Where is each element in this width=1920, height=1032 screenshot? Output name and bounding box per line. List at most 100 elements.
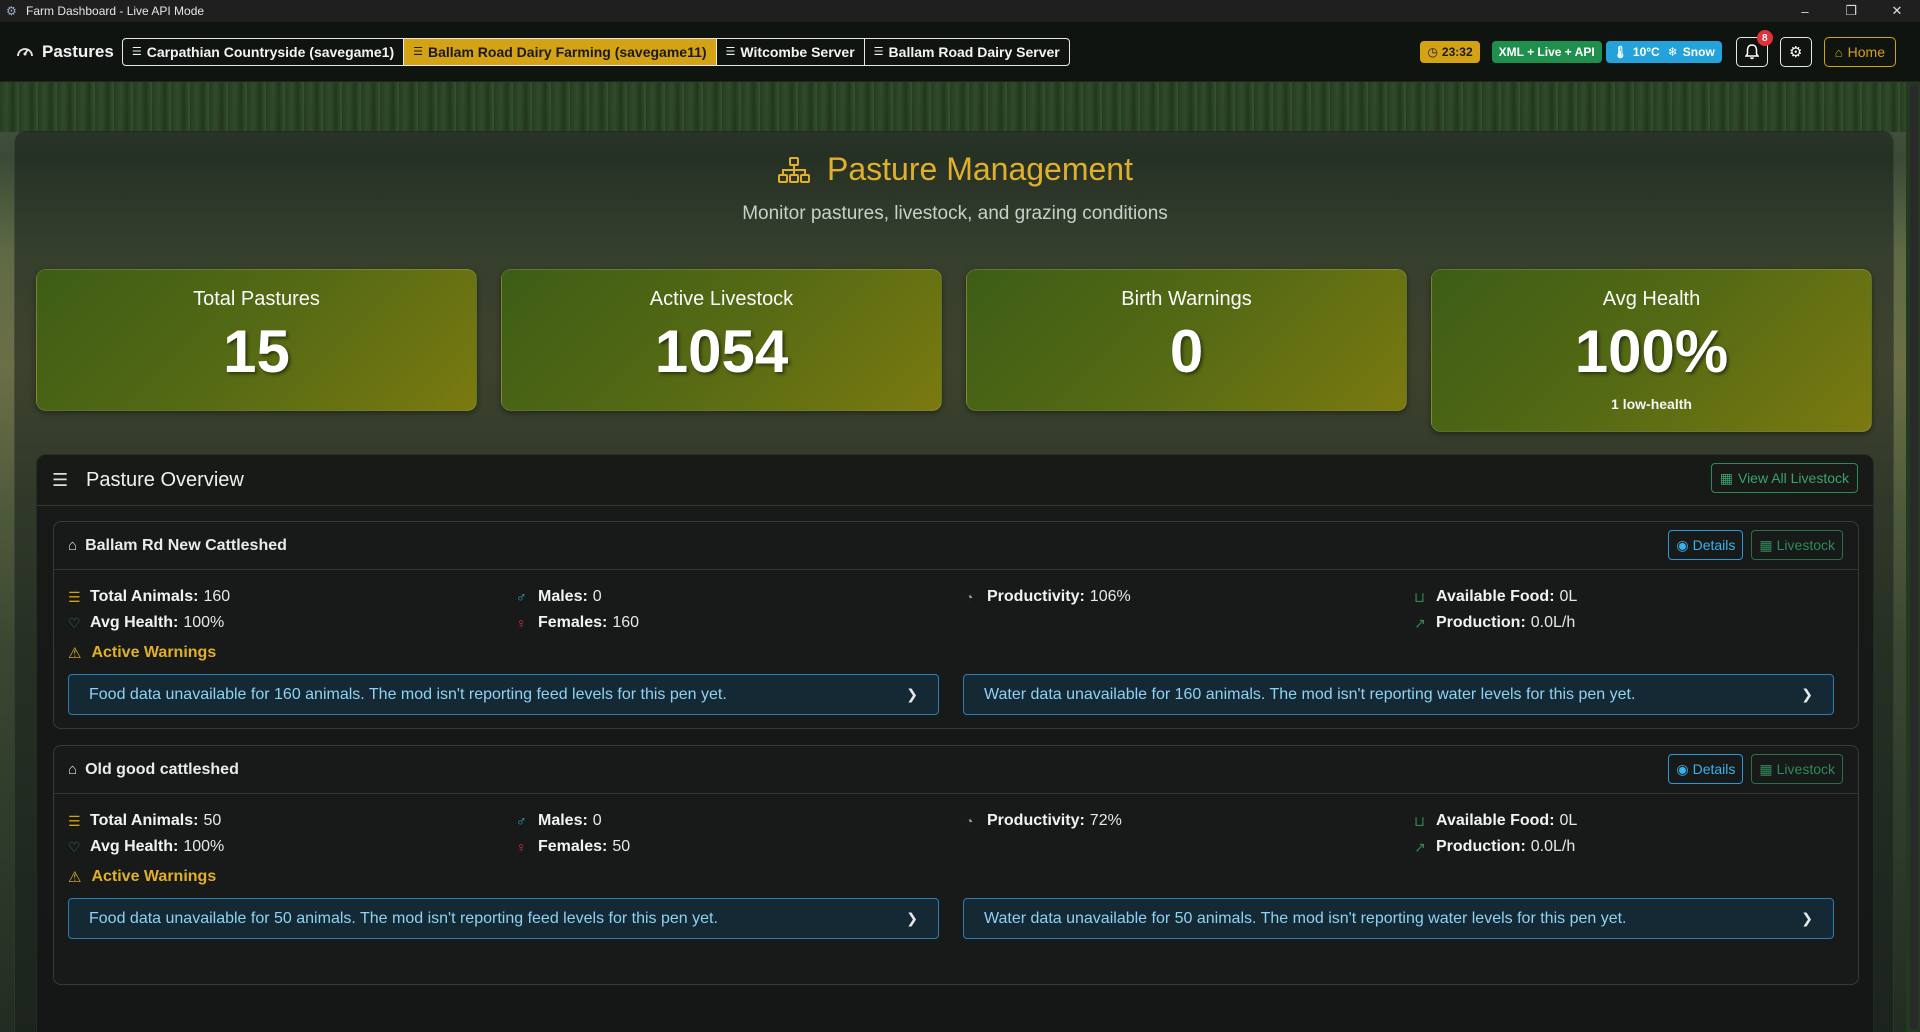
stats-row: Total Pastures 15 Active Livestock 1054 … [36, 269, 1896, 432]
metric-value: 106% [1089, 588, 1131, 605]
warning-food[interactable]: Food data unavailable for 50 animals. Th… [68, 898, 939, 939]
metric-column: ♂ Males: 0 ♀ Females: 50 [516, 808, 630, 860]
metric-label: Total Animals: [90, 812, 199, 829]
metric-available-food: ⊔ Available Food: 0L [1414, 808, 1577, 834]
table-icon: ▦ [1759, 760, 1773, 777]
metric-label: Production: [1436, 614, 1526, 631]
metric-label: Avg Health: [90, 614, 179, 631]
metric-label: Productivity: [987, 812, 1085, 829]
warning-food[interactable]: Food data unavailable for 160 animals. T… [68, 674, 939, 715]
tab-witcombe-server[interactable]: ☰ Witcombe Server [717, 38, 865, 65]
warning-water[interactable]: Water data unavailable for 50 animals. T… [963, 898, 1834, 939]
pasture-overview: ☰ Pasture Overview ▦ View All Livestock … [36, 454, 1874, 1032]
male-icon: ♂ [516, 589, 527, 605]
pasture-metrics: ☰ Total Animals: 50 ♡ Avg Health: 100% ♂… [54, 794, 1858, 866]
home-button[interactable]: ⌂ Home [1823, 37, 1896, 67]
livestock-label: Livestock [1776, 537, 1835, 553]
snowflake-icon: ❄ [1667, 45, 1678, 59]
window-controls: – ❐ ✕ [1782, 0, 1920, 22]
pasture-overview-title: Pasture Overview [86, 468, 244, 491]
server-icon: ☰ [873, 46, 884, 58]
female-icon: ♀ [516, 839, 527, 855]
game-time-badge: ◷ 23:32 [1420, 41, 1480, 63]
tab-label: Ballam Road Dairy Farming (savegame11) [427, 43, 707, 60]
metric-value: 0 [592, 588, 602, 605]
list-icon: ☰ [68, 588, 81, 605]
metric-column: ◔ Productivity: 72% [965, 808, 1122, 834]
house-icon: ⌂ [68, 761, 78, 778]
warning-water[interactable]: Water data unavailable for 160 animals. … [963, 674, 1834, 715]
pasture-actions: ◉ Details ▦ Livestock [1668, 530, 1843, 560]
pasture-header: ⌂ Ballam Rd New Cattleshed ◉ Details ▦ L… [54, 522, 1858, 570]
metric-productivity: ◔ Productivity: 72% [965, 808, 1122, 834]
close-button[interactable]: ✕ [1874, 0, 1920, 22]
metric-value: 50 [612, 838, 631, 855]
heart-pulse-icon: ♡ [68, 614, 81, 631]
tab-carpathian-countryside[interactable]: ☰ Carpathian Countryside (savegame1) [123, 38, 405, 65]
tab-label: Ballam Road Dairy Server [888, 43, 1060, 60]
metric-value: 100% [183, 614, 225, 631]
background-treeline [0, 82, 1920, 132]
stat-card-birth-warnings: Birth Warnings 0 [966, 269, 1407, 411]
metric-males: ♂ Males: 0 [516, 584, 639, 610]
minimize-button[interactable]: – [1782, 0, 1828, 22]
list-icon: ☰ [68, 812, 81, 829]
metric-column: ♂ Males: 0 ♀ Females: 160 [516, 584, 639, 636]
navbar-right: ◷ 23:32 XML + Live + API 🌡 10°C ❄ Snow 8… [1420, 22, 1920, 82]
metric-label: Males: [538, 588, 588, 605]
pasture-overview-header: ☰ Pasture Overview ▦ View All Livestock [37, 455, 1873, 506]
livestock-button[interactable]: ▦ Livestock [1751, 754, 1843, 784]
page-title: Pasture Management [777, 151, 1133, 188]
metric-productivity: ◔ Productivity: 106% [965, 584, 1131, 610]
metric-production: ↗ Production: 0.0L/h [1414, 834, 1577, 860]
view-all-livestock-label: View All Livestock [1737, 470, 1849, 486]
page-scrollbar[interactable] [1910, 84, 1918, 1030]
metric-avg-health: ♡ Avg Health: 100% [68, 610, 230, 636]
tab-ballam-road-dairy-farming[interactable]: ☰ Ballam Road Dairy Farming (savegame11) [404, 38, 717, 65]
chevron-right-icon: ❯ [1801, 910, 1813, 926]
chevron-right-icon: ❯ [906, 686, 918, 702]
tab-label: Carpathian Countryside (savegame1) [146, 43, 395, 60]
metric-label: Available Food: [1436, 588, 1555, 605]
metric-label: Available Food: [1436, 812, 1555, 829]
metric-value: 0L [1559, 588, 1578, 605]
active-warnings-title: ⚠ Active Warnings [68, 866, 1858, 888]
metric-label: Males: [538, 812, 588, 829]
eye-icon: ◉ [1676, 536, 1689, 553]
warning-text: Water data unavailable for 160 animals. … [984, 685, 1636, 703]
dashboard-gauge-icon [17, 47, 33, 56]
stat-value: 15 [223, 318, 290, 385]
notifications-button[interactable]: 8 [1735, 30, 1773, 67]
metric-column: ☰ Total Animals: 50 ♡ Avg Health: 100% [68, 808, 224, 860]
tab-ballam-road-dairy-server[interactable]: ☰ Ballam Road Dairy Server [865, 39, 1069, 65]
restore-button[interactable]: ❐ [1828, 0, 1874, 22]
metric-label: Productivity: [987, 588, 1085, 605]
metric-females: ♀ Females: 50 [516, 834, 630, 860]
view-all-livestock-button[interactable]: ▦ View All Livestock [1710, 463, 1858, 493]
settings-button[interactable]: ⚙ [1779, 37, 1812, 67]
stat-label: Total Pastures [193, 288, 320, 310]
brand[interactable]: Pastures [16, 42, 114, 62]
metric-label: Total Animals: [90, 588, 199, 605]
details-button[interactable]: ◉ Details [1668, 754, 1744, 784]
livestock-button[interactable]: ▦ Livestock [1751, 530, 1843, 560]
list-icon: ☰ [52, 469, 69, 490]
pasture-card: ⌂ Ballam Rd New Cattleshed ◉ Details ▦ L… [53, 521, 1859, 729]
metric-total-animals: ☰ Total Animals: 160 [68, 584, 230, 610]
savegame-tabs: ☰ Carpathian Countryside (savegame1) ☰ B… [121, 37, 1070, 66]
details-button[interactable]: ◉ Details [1668, 530, 1744, 560]
server-icon: ☰ [413, 46, 423, 58]
eye-icon: ◉ [1676, 760, 1689, 777]
metric-label: Avg Health: [90, 838, 179, 855]
server-icon: ☰ [725, 46, 736, 58]
thermometer-icon: 🌡 [1612, 45, 1628, 59]
window-title: Farm Dashboard - Live API Mode [26, 4, 205, 18]
weather-condition: Snow [1682, 45, 1715, 59]
table-icon: ▦ [1759, 536, 1773, 553]
home-icon: ⌂ [1834, 44, 1843, 60]
temperature: 10°C [1632, 45, 1660, 59]
tab-label: Witcombe Server [740, 43, 855, 60]
main-panel: Pasture Management Monitor pastures, liv… [14, 130, 1894, 1032]
stat-label: Birth Warnings [1121, 288, 1252, 310]
warning-triangle-icon: ⚠ [68, 645, 82, 662]
